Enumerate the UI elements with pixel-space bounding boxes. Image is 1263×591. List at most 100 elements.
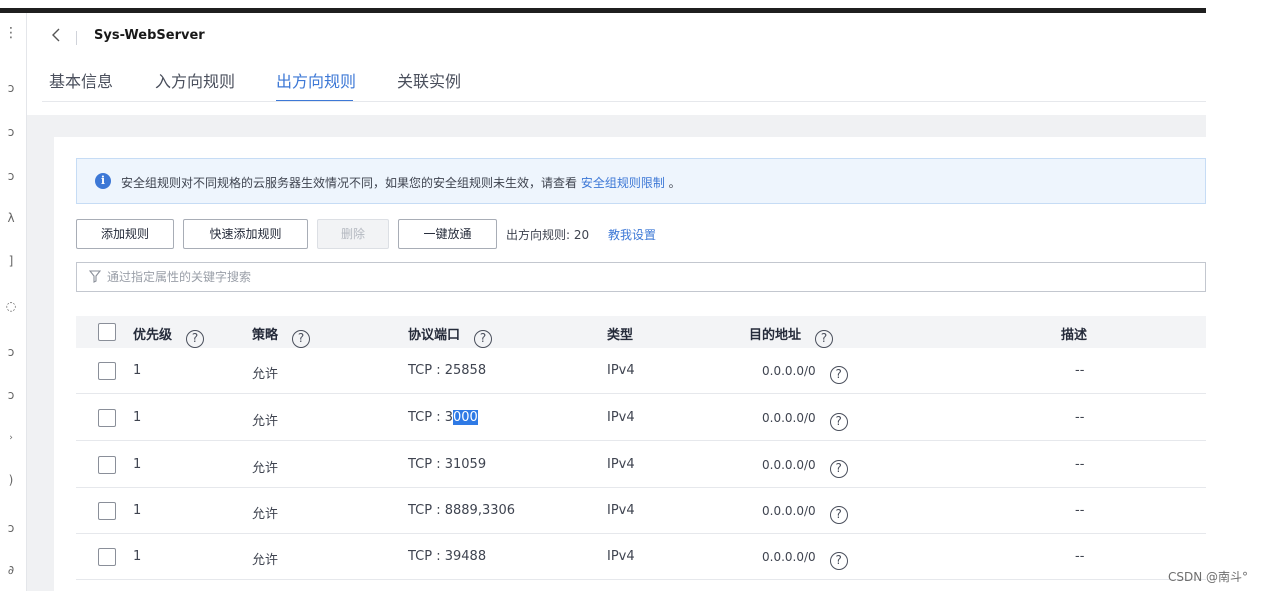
cell-port: TCP : 39488 bbox=[408, 549, 487, 564]
row-checkbox[interactable] bbox=[98, 409, 116, 427]
column-description: 描述 bbox=[1061, 328, 1088, 343]
add-rule-button[interactable]: 添加规则 bbox=[76, 219, 174, 249]
port-selected-text[interactable]: 000 bbox=[453, 410, 478, 425]
delete-button[interactable]: 删除 bbox=[317, 219, 389, 249]
cell-destination: 0.0.0.0/0? bbox=[762, 504, 848, 524]
notice-text: 安全组规则对不同规格的云服务器生效情况不同，如果您的安全组规则未生效，请查看 安… bbox=[121, 174, 681, 191]
cell-description: -- bbox=[1075, 503, 1085, 518]
cell-description: -- bbox=[1075, 549, 1085, 564]
nav-icon-6[interactable]: ◌ bbox=[4, 299, 18, 313]
protocol-port-help-icon[interactable]: ? bbox=[474, 330, 493, 348]
search-input[interactable] bbox=[107, 263, 1197, 291]
info-notice: i 安全组规则对不同规格的云服务器生效情况不同，如果您的安全组规则未生效，请查看… bbox=[76, 158, 1206, 204]
destination-value: 0.0.0.0/0 bbox=[762, 411, 816, 425]
cell-type: IPv4 bbox=[607, 410, 635, 425]
nav-icon-11[interactable]: ↄ bbox=[4, 521, 18, 535]
nav-icon-5[interactable]: ] bbox=[4, 254, 18, 268]
destination-help-icon[interactable]: ? bbox=[829, 413, 848, 431]
row-checkbox[interactable] bbox=[98, 548, 116, 566]
table-row: 1 允许 TCP : 25858 IPv4 0.0.0.0/0? -- bbox=[76, 348, 1206, 394]
column-protocol-port-label: 协议端口 bbox=[408, 328, 461, 343]
row-checkbox[interactable] bbox=[98, 456, 116, 474]
column-type: 类型 bbox=[607, 328, 634, 343]
table-row: 1 允许 TCP : 39488 IPv4 0.0.0.0/0? -- bbox=[76, 534, 1206, 580]
cell-destination: 0.0.0.0/0? bbox=[762, 411, 848, 431]
column-destination: 目的地址? bbox=[749, 324, 834, 348]
nav-icon-3[interactable]: ↄ bbox=[4, 169, 18, 183]
destination-value: 0.0.0.0/0 bbox=[762, 550, 816, 564]
quick-add-rule-button[interactable]: 快速添加规则 bbox=[183, 219, 308, 249]
chevron-left-icon[interactable] bbox=[50, 27, 66, 47]
cell-policy: 允许 bbox=[252, 367, 279, 382]
nav-icon-2[interactable]: ↄ bbox=[4, 125, 18, 139]
cell-port: TCP : 25858 bbox=[408, 363, 487, 378]
search-bar bbox=[76, 262, 1206, 292]
nav-icon-1[interactable]: ↄ bbox=[4, 81, 18, 95]
destination-help-icon[interactable]: ? bbox=[829, 506, 848, 524]
cell-type: IPv4 bbox=[607, 457, 635, 472]
header-divider-line bbox=[42, 101, 1206, 102]
column-priority-label: 优先级 bbox=[133, 328, 173, 343]
destination-help-icon[interactable]: ? bbox=[829, 366, 848, 384]
cell-priority: 1 bbox=[133, 503, 142, 518]
destination-value: 0.0.0.0/0 bbox=[762, 364, 816, 378]
notice-suffix: 。 bbox=[664, 176, 681, 190]
header-divider bbox=[76, 31, 77, 45]
tab-basic-info[interactable]: 基本信息 bbox=[49, 68, 113, 92]
page-title: Sys-WebServer bbox=[94, 28, 205, 43]
column-protocol-port: 协议端口? bbox=[408, 324, 493, 348]
nav-icon-4[interactable]: λ bbox=[4, 211, 18, 225]
more-vertical-icon[interactable]: ⋮ bbox=[4, 25, 18, 41]
column-policy: 策略? bbox=[252, 324, 311, 348]
cell-policy: 允许 bbox=[252, 553, 279, 568]
nav-icon-9[interactable]: › bbox=[4, 433, 18, 443]
table-row: 1 允许 TCP : 3000 IPv4 0.0.0.0/0? -- bbox=[76, 395, 1206, 441]
cell-type: IPv4 bbox=[607, 363, 635, 378]
notice-message: 安全组规则对不同规格的云服务器生效情况不同，如果您的安全组规则未生效，请查看 bbox=[121, 176, 581, 190]
column-destination-label: 目的地址 bbox=[749, 328, 802, 343]
destination-help-icon[interactable]: ? bbox=[829, 460, 848, 478]
row-checkbox[interactable] bbox=[98, 502, 116, 520]
column-policy-label: 策略 bbox=[252, 328, 279, 343]
cell-description: -- bbox=[1075, 457, 1085, 472]
tab-outbound-rules[interactable]: 出方向规则 bbox=[276, 68, 356, 92]
nav-icon-8[interactable]: ↄ bbox=[4, 388, 18, 402]
watermark: CSDN @南斗° bbox=[1168, 570, 1249, 584]
cell-priority: 1 bbox=[133, 457, 142, 472]
cell-destination: 0.0.0.0/0? bbox=[762, 458, 848, 478]
cell-port[interactable]: TCP : 3000 bbox=[408, 410, 478, 425]
column-priority: 优先级? bbox=[133, 324, 205, 348]
destination-help-icon[interactable]: ? bbox=[815, 330, 834, 348]
help-setup-link[interactable]: 教我设置 bbox=[608, 226, 656, 243]
priority-help-icon[interactable]: ? bbox=[186, 330, 205, 348]
cell-port: TCP : 31059 bbox=[408, 457, 487, 472]
policy-help-icon[interactable]: ? bbox=[292, 330, 311, 348]
nav-icon-12[interactable]: ∂ bbox=[4, 563, 18, 577]
destination-help-icon[interactable]: ? bbox=[829, 552, 848, 570]
row-checkbox[interactable] bbox=[98, 362, 116, 380]
left-nav-rail: ⋮ ↄ ↄ ↄ λ ] ◌ ↄ ↄ › ) ↄ ∂ bbox=[0, 13, 27, 591]
cell-policy: 允许 bbox=[252, 507, 279, 522]
cell-type: IPv4 bbox=[607, 549, 635, 564]
table-header: 优先级? 策略? 协议端口? 类型 目的地址? 描述 bbox=[76, 316, 1206, 348]
tab-inbound-rules[interactable]: 入方向规则 bbox=[155, 68, 235, 92]
filter-icon bbox=[88, 270, 102, 284]
cell-description: -- bbox=[1075, 410, 1085, 425]
port-text: TCP : 3 bbox=[408, 410, 454, 425]
table-row: 1 允许 TCP : 31059 IPv4 0.0.0.0/0? -- bbox=[76, 442, 1206, 488]
cell-priority: 1 bbox=[133, 410, 142, 425]
nav-icon-10[interactable]: ) bbox=[4, 473, 18, 487]
page-header: Sys-WebServer 基本信息 入方向规则 出方向规则 关联实例 bbox=[42, 13, 1206, 115]
one-click-allow-button[interactable]: 一键放通 bbox=[398, 219, 497, 249]
cell-priority: 1 bbox=[133, 549, 142, 564]
cell-priority: 1 bbox=[133, 363, 142, 378]
cell-description: -- bbox=[1075, 363, 1085, 378]
outbound-rule-count: 出方向规则: 20 bbox=[506, 228, 590, 242]
destination-value: 0.0.0.0/0 bbox=[762, 458, 816, 472]
destination-value: 0.0.0.0/0 bbox=[762, 504, 816, 518]
notice-link-rule-limits[interactable]: 安全组规则限制 bbox=[581, 176, 665, 190]
tab-associated-instances[interactable]: 关联实例 bbox=[397, 68, 461, 92]
select-all-checkbox[interactable] bbox=[98, 323, 116, 341]
nav-icon-7[interactable]: ↄ bbox=[4, 345, 18, 359]
cell-type: IPv4 bbox=[607, 503, 635, 518]
